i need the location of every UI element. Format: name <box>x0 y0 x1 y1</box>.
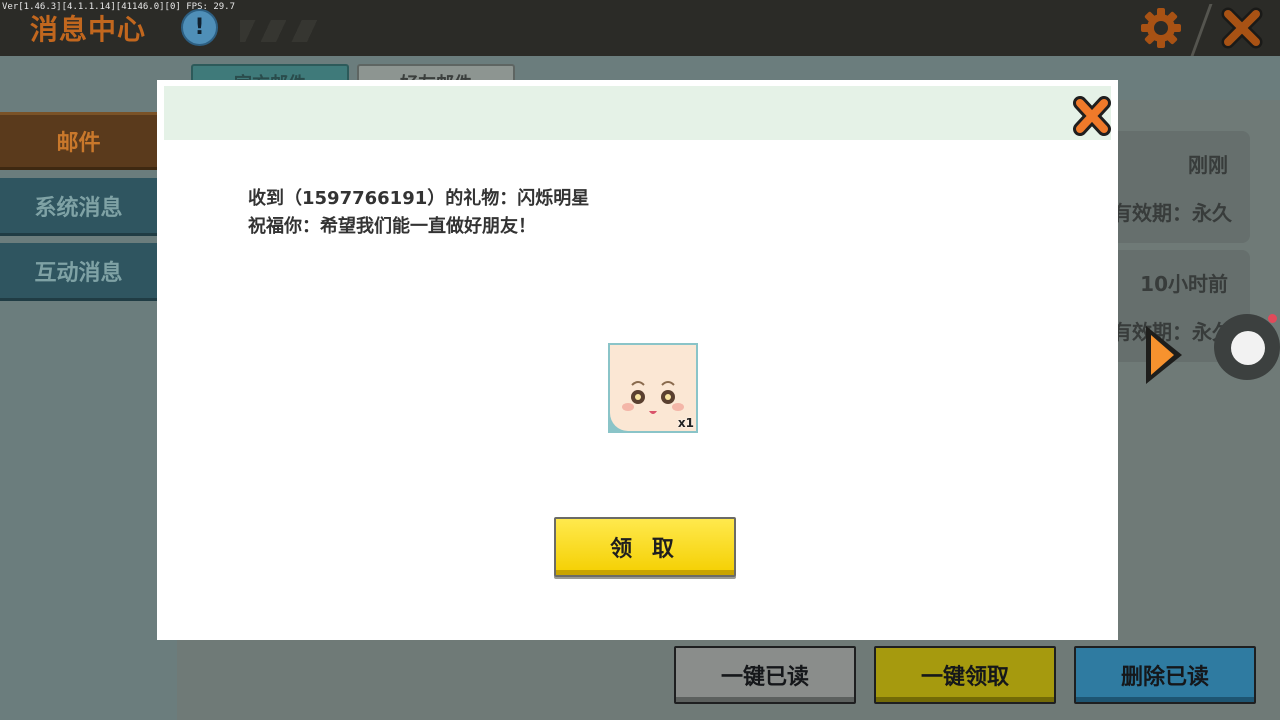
gift-message: 收到（1597766191）的礼物：闪烁明星 <box>248 188 590 209</box>
top-divider <box>1190 4 1213 56</box>
info-button[interactable]: ! <box>181 9 218 46</box>
sidebar-item-label: 邮件 <box>56 131 101 156</box>
claim-all-button[interactable]: 一键领取 <box>874 646 1056 704</box>
mark-all-read-button[interactable]: 一键已读 <box>674 646 856 704</box>
blessing-message: 祝福你：希望我们能一直做好朋友！ <box>248 216 536 237</box>
avatar-face-icon: x1 <box>610 345 696 431</box>
gift-item: x1 <box>608 343 698 433</box>
gear-icon[interactable] <box>1138 5 1184 51</box>
sidebar-item-mail[interactable]: 邮件 <box>0 112 157 170</box>
top-bar: Ver[1.46.3][4.1.1.14][41146.0][0] FPS: 2… <box>0 0 1280 56</box>
mail-time: 10小时前 <box>1140 272 1228 296</box>
delete-read-button[interactable]: 删除已读 <box>1074 646 1256 704</box>
gift-count: x1 <box>677 416 694 430</box>
sidebar-item-label: 互动消息 <box>34 260 123 286</box>
close-icon[interactable] <box>1220 6 1264 50</box>
decorative-stripes <box>240 20 320 42</box>
dialog-header <box>164 86 1111 140</box>
info-icon: ! <box>194 15 205 40</box>
floating-assistant-button[interactable] <box>1214 314 1280 380</box>
mail-list-item[interactable]: 刚刚 有效期：永久 <box>1100 131 1250 243</box>
close-icon[interactable] <box>1072 94 1112 138</box>
mail-time: 刚刚 <box>1188 153 1228 177</box>
sidebar-item-system-messages[interactable]: 系统消息 <box>0 178 157 236</box>
gift-dialog: 收到（1597766191）的礼物：闪烁明星 祝福你：希望我们能一直做好朋友！ … <box>157 80 1118 640</box>
floating-ball-icon <box>1231 331 1265 365</box>
sidebar-item-label: 系统消息 <box>34 195 123 221</box>
claim-button[interactable]: 领 取 <box>554 517 736 577</box>
notification-dot <box>1268 314 1277 323</box>
arrow-right-icon[interactable] <box>1142 322 1186 388</box>
page-title: 消息中心 <box>30 13 147 46</box>
mail-validity: 有效期：永久 <box>1112 201 1232 225</box>
sidebar-item-interaction-messages[interactable]: 互动消息 <box>0 243 157 301</box>
